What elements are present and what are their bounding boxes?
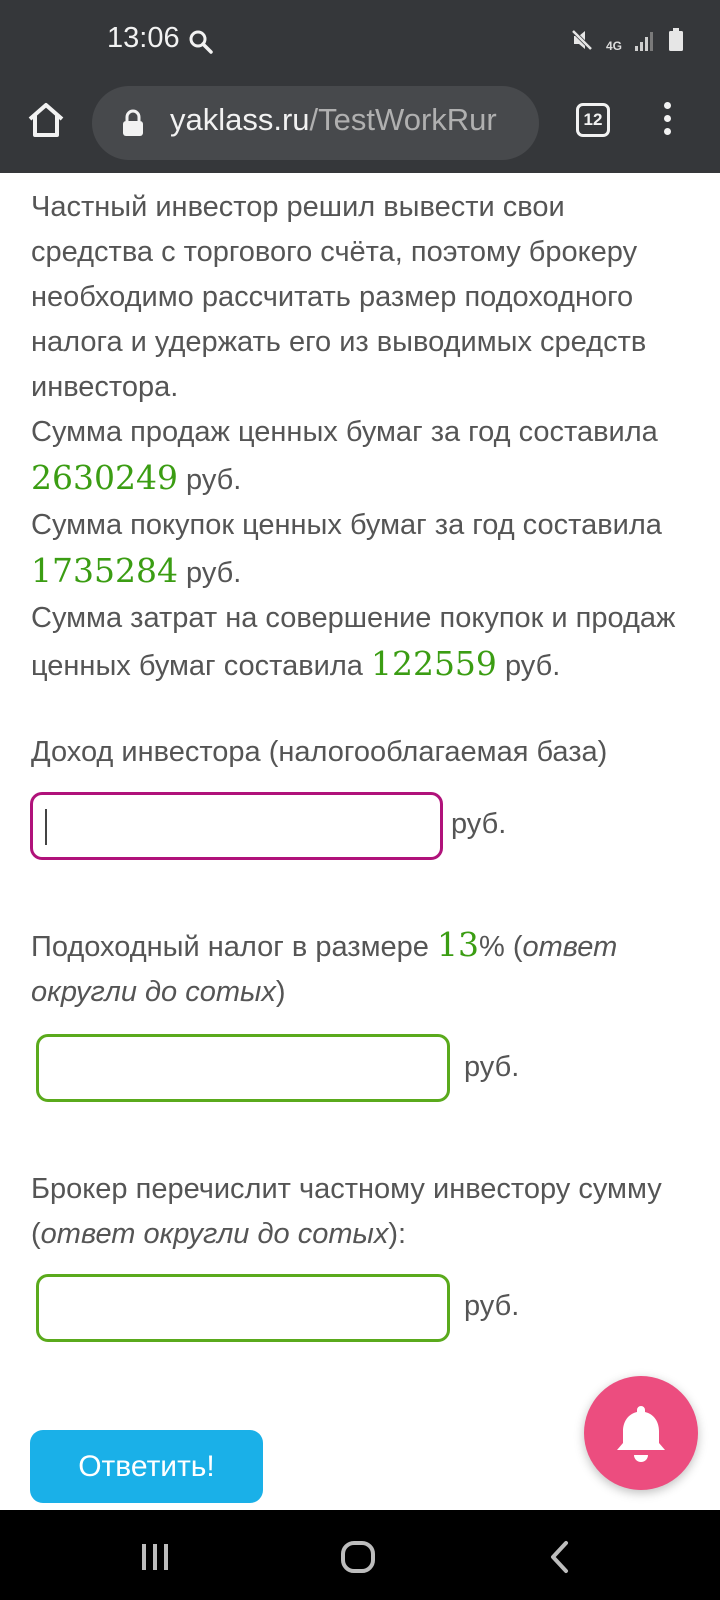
browser-toolbar: yaklass.ru/TestWorkRur 12 <box>0 86 720 173</box>
tax-close: ) <box>275 976 286 1008</box>
home-nav-icon[interactable] <box>340 1540 376 1574</box>
sales-value: 2630249 <box>31 458 178 497</box>
costs-value: 122559 <box>370 644 497 683</box>
signal-icon <box>635 32 653 51</box>
lock-icon <box>123 109 143 136</box>
kebab-menu-icon[interactable] <box>660 102 674 142</box>
sales-prefix: Сумма продаж ценных бумаг за год состави… <box>31 416 658 448</box>
url-path: /TestWorkRur <box>309 102 497 137</box>
battery-icon <box>669 28 683 51</box>
sales-currency: руб. <box>186 464 242 496</box>
income-unit: руб. <box>451 808 507 840</box>
notification-button[interactable] <box>584 1376 698 1490</box>
text-caret <box>45 809 47 845</box>
transfer-label: Брокер перечислит частному инвестору сум… <box>31 1167 691 1257</box>
status-bar: 13:06 4G <box>0 0 720 86</box>
costs-prefix: Сумма затрат на совершение покупок и про… <box>31 602 676 682</box>
recent-apps-icon[interactable] <box>140 1542 170 1572</box>
search-icon <box>189 30 213 54</box>
problem-text: Частный инвестор решил вывести свои сред… <box>31 185 691 689</box>
url-text: yaklass.ru/TestWorkRur <box>170 102 497 138</box>
income-input[interactable] <box>30 792 443 860</box>
problem-intro: Частный инвестор решил вывести свои сред… <box>31 191 647 403</box>
bell-icon <box>617 1406 665 1462</box>
tax-prefix: Подоходный налог в размере <box>31 931 429 963</box>
transfer-close: ): <box>388 1218 407 1250</box>
transfer-hint: ответ округли до сотых <box>40 1218 389 1250</box>
home-icon[interactable] <box>26 100 66 140</box>
transfer-input[interactable] <box>36 1274 450 1342</box>
tax-unit: руб. <box>464 1051 520 1083</box>
purchases-currency: руб. <box>186 557 242 589</box>
tax-rate: 13 <box>437 925 479 964</box>
back-icon[interactable] <box>548 1540 570 1574</box>
url-domain: yaklass.ru <box>170 102 310 137</box>
submit-button[interactable]: Ответить! <box>30 1430 263 1503</box>
tab-switcher-button[interactable]: 12 <box>576 103 610 137</box>
network-type: 4G <box>605 39 622 53</box>
income-label: Доход инвестора (налогооблагаемая база) <box>31 736 608 768</box>
mute-icon <box>570 28 594 52</box>
tax-percent: % ( <box>479 931 523 963</box>
address-bar[interactable]: yaklass.ru/TestWorkRur <box>92 86 539 160</box>
tax-label: Подоходный налог в размере 13% (ответ ок… <box>31 922 691 1015</box>
tax-input[interactable] <box>36 1034 450 1102</box>
transfer-unit: руб. <box>464 1290 520 1322</box>
system-nav-bar <box>0 1510 720 1600</box>
costs-currency: руб. <box>505 650 561 682</box>
clock: 13:06 <box>107 22 180 54</box>
purchases-prefix: Сумма покупок ценных бумаг за год состав… <box>31 509 662 541</box>
purchases-value: 1735284 <box>31 551 178 590</box>
